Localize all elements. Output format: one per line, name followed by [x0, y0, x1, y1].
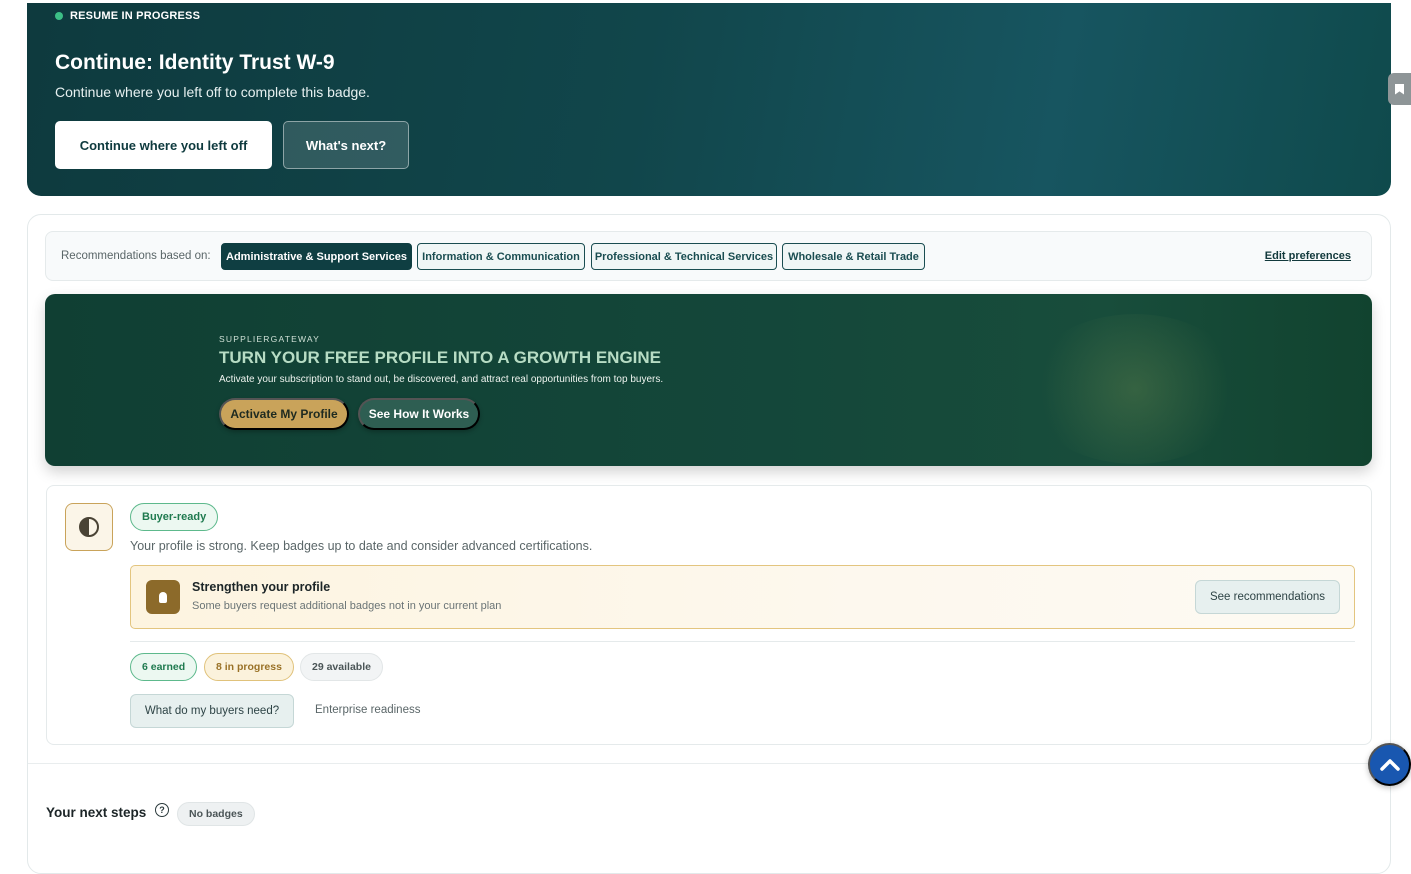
- whats-next-button[interactable]: What's next?: [283, 121, 409, 169]
- category-chip-professional[interactable]: Professional & Technical Services: [591, 243, 777, 270]
- growth-subtitle: Activate your subscription to stand out,…: [219, 374, 664, 385]
- profile-status-card: Buyer-ready Your profile is strong. Keep…: [46, 485, 1372, 745]
- bookmark-icon: [1395, 83, 1404, 95]
- scroll-to-top-button[interactable]: [1368, 743, 1411, 786]
- category-chip-wholesale[interactable]: Wholesale & Retail Trade: [782, 243, 925, 270]
- buyer-ready-badge: Buyer-ready: [130, 503, 219, 531]
- see-how-it-works-button[interactable]: See How It Works: [358, 398, 480, 430]
- edit-preferences-link[interactable]: Edit preferences: [1265, 250, 1351, 262]
- available-count-pill[interactable]: 29 available: [300, 653, 383, 681]
- no-badges-pill: No badges: [177, 802, 255, 826]
- strengthen-title: Strengthen your profile: [192, 580, 331, 594]
- earned-count-pill[interactable]: 6 earned: [130, 653, 198, 681]
- enterprise-readiness-link[interactable]: Enterprise readiness: [315, 704, 420, 716]
- in-progress-count-pill[interactable]: 8 in progress: [204, 653, 294, 681]
- buyers-need-button[interactable]: What do my buyers need?: [130, 694, 294, 728]
- lightbulb-icon: [146, 580, 180, 614]
- category-chip-information[interactable]: Information & Communication: [417, 243, 585, 270]
- resume-status-label: RESUME IN PROGRESS: [70, 10, 201, 22]
- status-dot-icon: [55, 12, 63, 20]
- section-separator: [28, 763, 1390, 764]
- resume-title: Continue: Identity Trust W-9: [55, 51, 335, 74]
- category-chip-administrative[interactable]: Administrative & Support Services: [221, 243, 412, 270]
- card-divider: [130, 641, 1355, 642]
- resume-subtitle: Continue where you left off to complete …: [55, 84, 370, 100]
- recommendations-label: Recommendations based on:: [61, 250, 211, 262]
- resume-banner: RESUME IN PROGRESS Continue: Identity Tr…: [27, 3, 1391, 196]
- growth-title: TURN YOUR FREE PROFILE INTO A GROWTH ENG…: [219, 348, 662, 367]
- next-steps-title: Your next steps: [46, 805, 147, 820]
- growth-kicker: SUPPLIERGATEWAY: [219, 334, 320, 344]
- bookmark-side-tab[interactable]: [1388, 73, 1411, 105]
- strengthen-subtitle: Some buyers request additional badges no…: [192, 600, 502, 612]
- continue-button[interactable]: Continue where you left off: [55, 121, 272, 169]
- recommendations-bar: Recommendations based on: Administrative…: [45, 231, 1372, 281]
- resume-status: RESUME IN PROGRESS: [55, 10, 200, 22]
- see-recommendations-button[interactable]: See recommendations: [1195, 580, 1340, 614]
- profile-description: Your profile is strong. Keep badges up t…: [130, 539, 593, 553]
- strengthen-profile-callout: Strengthen your profile Some buyers requ…: [130, 565, 1355, 629]
- status-icon-box: [65, 503, 113, 551]
- half-circle-icon: [79, 517, 99, 537]
- activate-profile-button[interactable]: Activate My Profile: [219, 398, 349, 430]
- banner-glow: [1025, 314, 1245, 464]
- chevron-up-icon: [1379, 758, 1400, 771]
- help-circle-icon[interactable]: ?: [155, 803, 169, 817]
- growth-banner: SUPPLIERGATEWAY TURN YOUR FREE PROFILE I…: [45, 294, 1372, 466]
